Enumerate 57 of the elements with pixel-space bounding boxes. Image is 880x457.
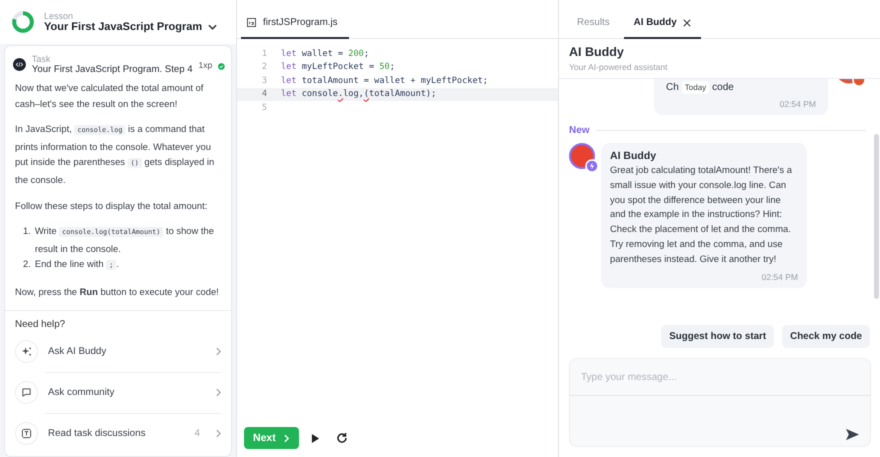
new-messages-label: New	[569, 125, 590, 136]
help-item[interactable]: Read task discussions 4	[45, 412, 221, 454]
code-line: let totalAmount = wallet + myLeftPocket;	[281, 76, 488, 86]
instruction-text: Now, press the Run button to execute your code!	[15, 284, 220, 299]
instruction-text: Follow these steps to display the total amount:	[15, 198, 208, 213]
assistant-subtitle: Your AI-powered assistant	[569, 62, 668, 72]
suggestion-button[interactable]: Check my code	[782, 325, 870, 348]
bot-avatar	[569, 143, 599, 173]
message-time: 02:54 PM	[762, 272, 798, 282]
task-title: Your First JavaScript Program. Step 4	[32, 64, 193, 75]
help-item[interactable]: Ask community	[45, 372, 221, 413]
line-number: 2	[260, 62, 268, 72]
date-badge: Today	[682, 81, 710, 94]
file-tab[interactable]: firstJSProgram.js	[241, 17, 349, 39]
message-box[interactable]: Type your message...	[569, 358, 871, 447]
task-label: Task	[32, 54, 52, 64]
file-icon	[247, 18, 256, 27]
message-text: Great job calculating totalAmount! There's a small issue with your console.log line. Can you spot the difference between your line and the example in the instructions? Hint: Check the placement of let and the comma. Try removing let and the comma, and use parentheses instead. Give it another try!	[610, 163, 793, 266]
list-marker: 2.	[23, 257, 31, 272]
discussion-count: 4	[194, 428, 200, 440]
instruction-text: Now that we've calculated the total amount of cash–let's see the result on the screen!	[15, 81, 204, 111]
lesson-label: Lesson	[44, 11, 74, 21]
message-text: code	[712, 82, 734, 93]
line-number: 3	[260, 76, 268, 86]
send-icon[interactable]	[845, 428, 860, 441]
discussion-icon	[15, 422, 38, 446]
lesson-dropdown[interactable]: Your First JavaScript Program	[44, 21, 218, 33]
line-number: 4	[260, 89, 268, 100]
chevron-right-icon	[216, 388, 221, 398]
close-icon[interactable]	[682, 18, 691, 26]
play-icon	[311, 432, 320, 444]
code-line: let myLeftPocket = 50;	[281, 62, 395, 72]
panel-tab[interactable]: AI Buddy	[624, 17, 701, 39]
scrollbar[interactable]	[874, 134, 879, 299]
sparkle-icon	[15, 340, 38, 364]
chevron-right-icon	[216, 429, 221, 438]
help-item[interactable]: Ask AI Buddy	[15, 332, 221, 372]
code-line: let console.log,(totalAmount);	[281, 89, 436, 100]
line-number: 1	[260, 48, 268, 59]
progress-ring-icon	[11, 10, 35, 34]
message-time: 02:54 PM	[780, 99, 816, 109]
chevron-down-icon	[208, 24, 218, 30]
message-input[interactable]: Type your message...	[570, 359, 870, 396]
chevron-right-icon	[216, 347, 221, 356]
line-number: 5	[260, 102, 268, 113]
chevron-right-icon	[284, 434, 289, 442]
code-editor[interactable]: 1 let wallet = 200; 2 let myLeftPocket = 50; 3 let totalAmount = wallet + myLeftPocket; 4 let console.log,(totalAmount); 5	[237, 39, 558, 423]
help-title: Need help?	[15, 318, 66, 330]
message-text: Ch	[666, 82, 679, 93]
suggestion-button[interactable]: Suggest how to start	[661, 325, 774, 348]
code-line: let wallet = 200;	[281, 48, 369, 59]
list-marker: 1.	[23, 224, 31, 238]
xp-label: 1xp	[198, 60, 212, 70]
assistant-title: AI Buddy	[569, 45, 625, 59]
chat-icon	[15, 381, 38, 404]
message-author: AI Buddy	[610, 150, 658, 162]
refresh-icon	[336, 432, 348, 444]
